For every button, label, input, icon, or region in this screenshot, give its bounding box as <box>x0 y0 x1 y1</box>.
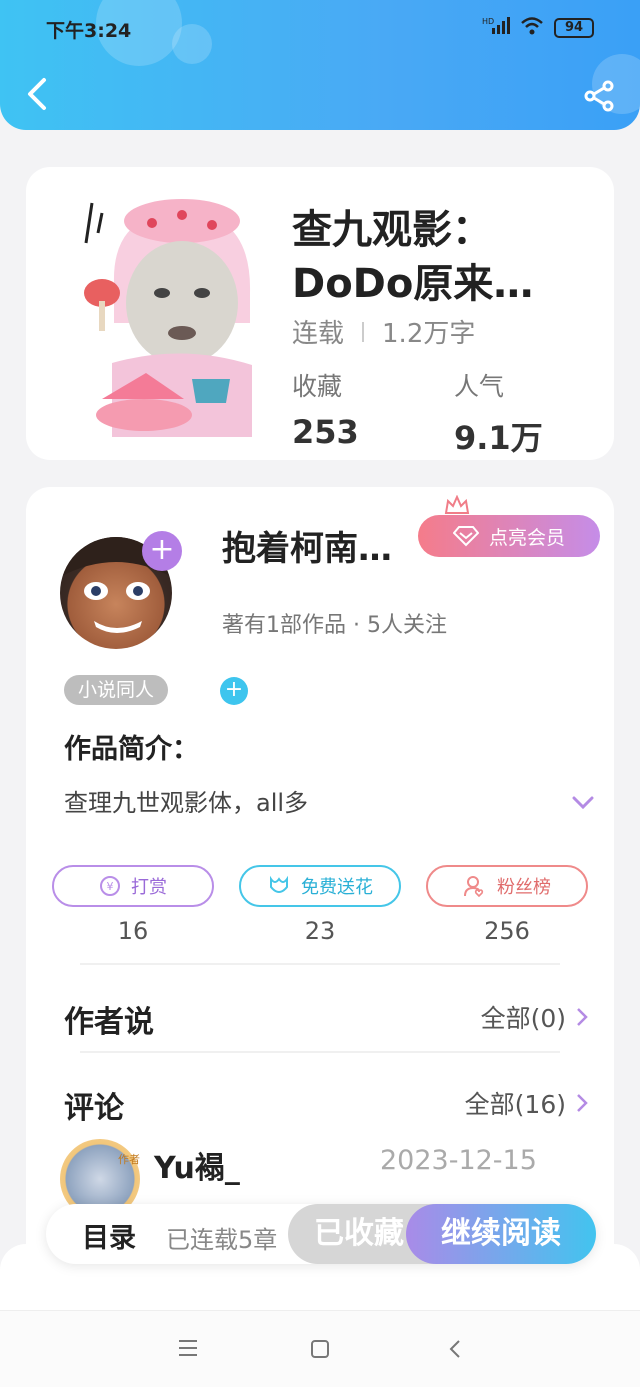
author-meta: 著有1部作品 · 5人关注 <box>222 613 447 638</box>
popularity-label: 人气 <box>454 372 505 401</box>
user-heart-icon <box>464 876 484 898</box>
intro-text: 查理九世观影体，all多 <box>64 789 309 817</box>
divider <box>80 1051 560 1053</box>
meta-divider <box>362 321 365 342</box>
vip-label: 点亮会员 <box>488 526 565 549</box>
menu-icon[interactable] <box>178 1339 198 1361</box>
chevron-down-icon[interactable] <box>572 795 594 811</box>
comment-date: 2023-12-15 <box>380 1145 537 1176</box>
home-icon[interactable] <box>310 1339 330 1363</box>
chevron-right-icon <box>577 1008 588 1026</box>
author-says-title: 作者说 <box>64 1005 154 1040</box>
author-name[interactable]: 抱着柯南… <box>222 521 392 570</box>
flower-icon <box>270 875 288 893</box>
flower-count: 23 <box>304 917 336 945</box>
battery-icon: 94 <box>554 18 594 38</box>
book-info-card: 查九观影：DoDo原来… 连载 1.2万字 收藏 人气 253 9.1万 <box>26 167 614 460</box>
yen-icon: ¥ <box>100 876 120 896</box>
reading-action-bar: 目录 已连载5章 已收藏 继续阅读 <box>46 1204 596 1264</box>
book-title: 查九观影：DoDo原来… <box>292 207 534 307</box>
commenter-name[interactable]: Yu褟_ <box>154 1143 240 1187</box>
header-bar: 下午3:24 HD 94 <box>0 0 640 130</box>
category-tag[interactable]: 小说同人 <box>64 675 169 705</box>
share-button[interactable] <box>584 80 616 112</box>
svg-text:作者: 作者 <box>118 1153 140 1166</box>
fan-ranking-button[interactable]: 粉丝榜 <box>426 865 588 907</box>
continue-reading-button[interactable]: 继续阅读 <box>406 1204 596 1264</box>
tip-count: 16 <box>117 917 149 945</box>
favorites-label: 收藏 <box>292 372 343 401</box>
wifi-icon <box>520 16 544 40</box>
back-button[interactable] <box>22 76 52 112</box>
svg-text:¥: ¥ <box>107 880 114 893</box>
comments-title: 评论 <box>64 1091 124 1126</box>
divider <box>80 963 560 965</box>
book-word-count: 1.2万字 <box>382 319 476 349</box>
tip-label: 打赏 <box>131 877 167 898</box>
tip-button[interactable]: ¥ 打赏 <box>52 865 214 907</box>
vip-member-button[interactable]: 点亮会员 <box>418 515 600 557</box>
follow-author-button[interactable]: + <box>142 531 182 571</box>
signal-icon: HD <box>482 16 510 40</box>
diamond-icon <box>452 526 479 547</box>
status-icons: HD 94 <box>482 16 594 40</box>
crown-icon <box>444 494 470 517</box>
chevron-left-icon <box>28 78 46 110</box>
fan-count: 256 <box>484 917 530 945</box>
chapter-status: 已连载5章 <box>166 1226 278 1254</box>
share-icon <box>584 80 614 112</box>
author-detail-card: + 抱着柯南… 点亮会员 著有1部作品 · 5人关注 小说同人 + 作品简介： … <box>26 487 614 1287</box>
author-says-count: 全部(0) <box>480 1004 566 1033</box>
system-nav-bar <box>0 1310 640 1387</box>
popularity-value: 9.1万 <box>454 419 543 457</box>
book-status: 连载 <box>292 319 345 349</box>
book-meta: 连载 1.2万字 <box>292 313 475 350</box>
intro-title: 作品简介： <box>64 734 199 765</box>
fan-ranking-label: 粉丝榜 <box>497 877 551 898</box>
toc-button[interactable]: 目录 <box>82 1216 136 1255</box>
add-tag-button[interactable]: + <box>220 677 248 705</box>
svg-text:HD: HD <box>482 17 494 26</box>
comments-count: 全部(16) <box>464 1090 566 1119</box>
book-cover-image[interactable] <box>72 193 262 437</box>
chevron-right-icon <box>577 1094 588 1112</box>
back-nav-icon[interactable] <box>448 1339 462 1363</box>
send-flower-button[interactable]: 免费送花 <box>239 865 401 907</box>
comments-all-link[interactable]: 全部(16) <box>465 1085 588 1121</box>
favorites-value: 253 <box>292 413 359 451</box>
send-flower-label: 免费送花 <box>301 877 373 898</box>
author-says-all-link[interactable]: 全部(0) <box>481 999 588 1035</box>
status-time: 下午3:24 <box>46 20 132 42</box>
